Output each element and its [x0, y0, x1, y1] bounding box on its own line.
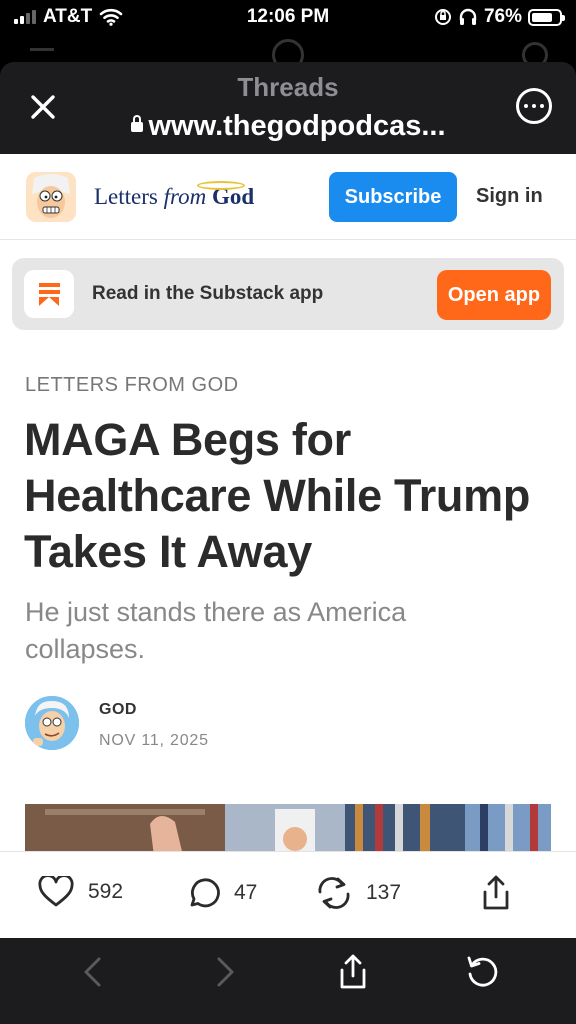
browser-title: Threads [237, 72, 339, 102]
site-header: Letters from God Subscribe Sign in [0, 154, 576, 240]
banner-text: Read in the Substack app [92, 283, 324, 304]
substack-app-banner: Read in the Substack app Open app [12, 258, 564, 330]
comment-action[interactable]: 47 [186, 876, 257, 910]
author-avatar[interactable] [25, 696, 79, 750]
site-logo[interactable] [26, 172, 76, 222]
like-count: 592 [88, 880, 124, 903]
sign-in-link[interactable]: Sign in [476, 185, 543, 208]
battery-icon [528, 8, 565, 26]
heart-icon [38, 876, 74, 907]
article-subtitle: He just stands there as America collapse… [25, 597, 407, 664]
post-date: NOV 11, 2025 [99, 732, 209, 749]
share-icon [483, 875, 509, 910]
like-action[interactable]: 592 [38, 876, 123, 908]
open-app-button[interactable]: Open app [437, 270, 551, 320]
restack-action[interactable]: 137 [316, 876, 401, 910]
web-page: Letters from God Subscribe Sign in Read … [0, 154, 576, 938]
lock-icon [130, 115, 143, 132]
reload-icon[interactable] [462, 952, 502, 992]
headphones-icon [459, 8, 477, 25]
browser-toolbar [0, 938, 576, 1024]
article-headline: MAGA Begs for Healthcare While Trump Tak… [24, 414, 531, 577]
status-right: 76% [434, 6, 565, 28]
restack-icon [318, 877, 350, 909]
post-action-bar: 592 47 137 [0, 851, 576, 938]
publication-kicker[interactable]: LETTERS FROM GOD [25, 374, 239, 397]
browser-url[interactable]: www.thegodpodcas... [0, 110, 576, 143]
share-action[interactable] [480, 874, 512, 912]
status-bar: AT&T 12:06 PM 76% [0, 0, 576, 34]
substack-icon [24, 270, 74, 318]
orientation-lock-icon [434, 9, 451, 25]
chevron-right-icon[interactable] [204, 952, 244, 992]
comment-count: 47 [234, 881, 258, 904]
subscribe-button[interactable]: Subscribe [329, 172, 457, 222]
halo-icon [197, 181, 245, 190]
more-icon[interactable] [516, 88, 552, 124]
url-text: www.thegodpodcas... [148, 110, 446, 142]
author-name[interactable]: GOD [99, 701, 137, 719]
comment-icon [190, 878, 220, 908]
share-icon[interactable] [333, 952, 373, 992]
restack-count: 137 [366, 881, 402, 904]
in-app-browser-header: Threads www.thegodpodcas... [0, 62, 576, 154]
chevron-left-icon[interactable] [74, 952, 114, 992]
battery-percent: 76% [483, 6, 522, 27]
